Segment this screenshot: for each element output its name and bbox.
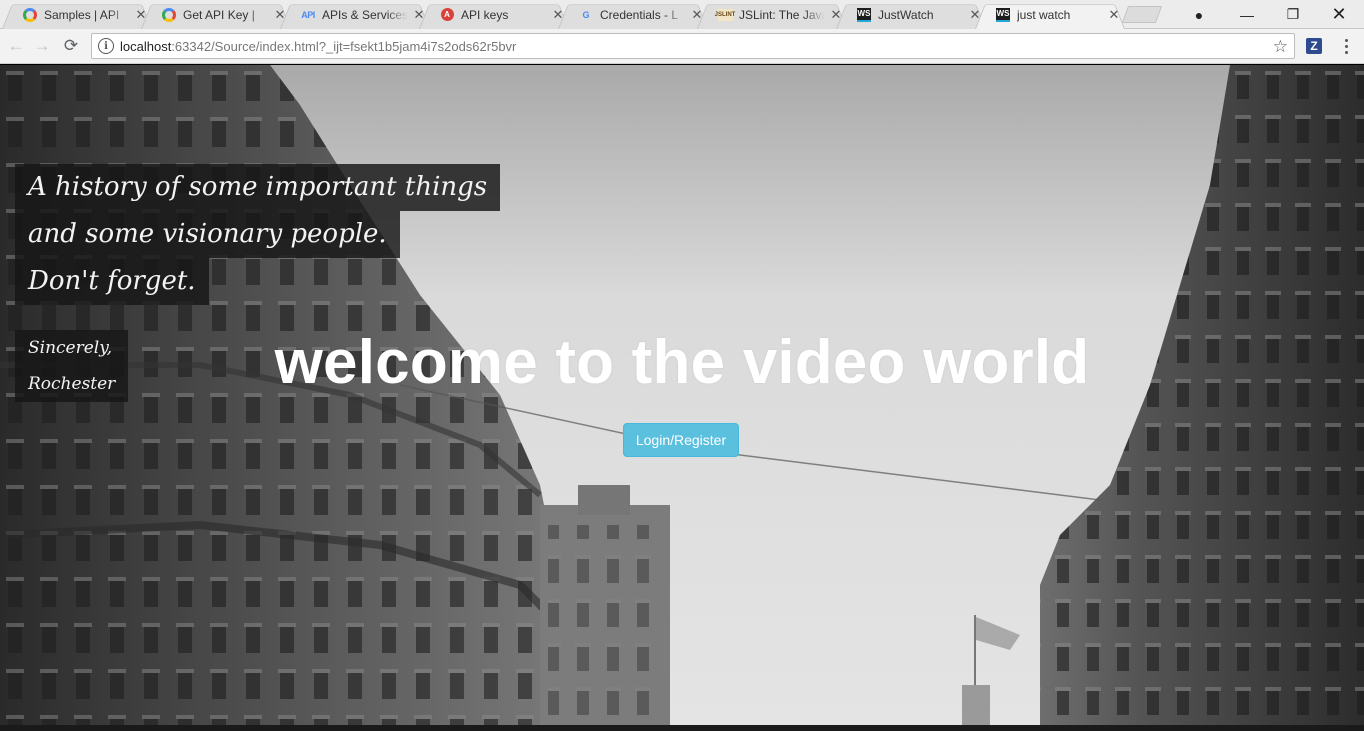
restore-button[interactable]: ❐: [1270, 0, 1316, 29]
tab-apis-services[interactable]: API APIs & Services ✕: [280, 0, 430, 29]
quote-line-1-box: A history of some important things: [15, 164, 501, 211]
forward-button[interactable]: →: [30, 34, 54, 58]
tab-close-icon[interactable]: ✕: [412, 7, 426, 22]
tab-justwatch[interactable]: WS JustWatch ✕: [836, 0, 986, 29]
tab-close-icon[interactable]: ✕: [1107, 7, 1121, 22]
page-viewport: A history of some important things and s…: [0, 65, 1364, 731]
tab-close-icon[interactable]: ✕: [273, 7, 287, 22]
api-keys-icon: A: [439, 7, 455, 23]
site-info-icon[interactable]: i: [98, 38, 114, 54]
google-dots-icon: [161, 7, 177, 23]
webstorm-icon: WS: [995, 7, 1011, 23]
tab-samples-api[interactable]: Samples | API ✕: [2, 0, 152, 29]
quote-line-3-box: Don't forget.: [15, 258, 209, 305]
google-g-icon: G: [582, 9, 590, 20]
browser-toolbar: ← → ⟳ i localhost:63342/Source/index.htm…: [0, 29, 1364, 64]
browser-menu-icon[interactable]: [1338, 35, 1354, 57]
tab-title: Credentials - L: [600, 7, 679, 22]
minimize-button[interactable]: —: [1224, 0, 1270, 29]
tab-title: JSLint: The Java: [739, 7, 825, 22]
quote-line-2-box: and some visionary people.: [15, 211, 400, 258]
api-icon: API: [301, 9, 315, 20]
tab-close-icon[interactable]: ✕: [134, 7, 148, 22]
tab-title: Get API Key |: [183, 7, 255, 22]
back-button[interactable]: ←: [4, 34, 28, 58]
tab-get-api-key[interactable]: Get API Key | ✕: [141, 0, 291, 29]
webstorm-icon: WS: [856, 7, 872, 23]
tab-close-icon[interactable]: ✕: [690, 7, 704, 22]
tab-credentials[interactable]: G Credentials - L ✕: [558, 0, 708, 29]
jslint-icon: JSLINT: [715, 7, 735, 23]
address-bar[interactable]: i localhost:63342/Source/index.html?_ijt…: [91, 33, 1295, 59]
bookmark-star-icon[interactable]: ☆: [1273, 37, 1288, 57]
tab-strip: Samples | API ✕ Get API Key | ✕ API APIs…: [0, 0, 1364, 29]
tab-just-watch-active[interactable]: WS just watch ✕: [975, 0, 1125, 29]
profile-icon[interactable]: ●: [1176, 0, 1222, 29]
url-text[interactable]: localhost:63342/Source/index.html?_ijt=f…: [120, 39, 516, 54]
close-window-button[interactable]: ✕: [1316, 0, 1362, 29]
page-title: welcome to the video world: [274, 328, 1090, 397]
google-dots-icon: [22, 7, 38, 23]
tab-title: just watch: [1017, 7, 1071, 22]
tab-title: Samples | API: [44, 7, 120, 22]
quote-line: A history of some important things: [28, 172, 488, 202]
url-path: :63342/Source/index.html?_ijt=fsekt1b5ja…: [171, 38, 517, 54]
tab-close-icon[interactable]: ✕: [829, 7, 843, 22]
tab-jslint[interactable]: JSLINT JSLint: The Java ✕: [697, 0, 847, 29]
tab-api-keys[interactable]: A API keys ✕: [419, 0, 569, 29]
tab-title: JustWatch: [878, 7, 934, 22]
reload-button[interactable]: ⟳: [59, 34, 83, 58]
quote-line: and some visionary people.: [28, 219, 387, 249]
quote-line: Don't forget.: [28, 266, 196, 296]
tab-close-icon[interactable]: ✕: [551, 7, 565, 22]
url-host: localhost: [120, 38, 172, 54]
new-tab-button[interactable]: [1121, 6, 1163, 23]
tab-close-icon[interactable]: ✕: [968, 7, 982, 22]
tab-title: APIs & Services: [322, 7, 408, 22]
zotero-extension-icon[interactable]: Z: [1306, 38, 1322, 54]
login-register-button[interactable]: Login/Register: [623, 423, 739, 457]
tab-title: API keys: [461, 7, 509, 22]
